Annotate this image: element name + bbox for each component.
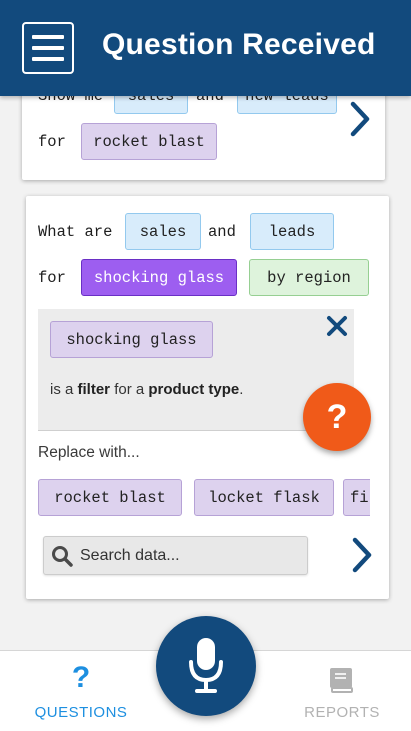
- question-mark-icon: ?: [71, 661, 91, 694]
- replace-option-chip[interactable]: rocket blast: [38, 479, 182, 516]
- question-chip-by-region[interactable]: by region: [249, 259, 369, 296]
- question-chip-rocket-blast[interactable]: rocket blast: [81, 123, 217, 160]
- microphone-icon: [189, 638, 223, 693]
- replace-option-chip[interactable]: fi: [343, 479, 370, 516]
- close-icon[interactable]: [326, 315, 348, 337]
- search-input[interactable]: Search data...: [43, 536, 308, 575]
- question-chip-leads[interactable]: leads: [250, 213, 334, 250]
- page-title: Question Received: [102, 28, 376, 61]
- filter-chip-shocking-glass[interactable]: shocking glass: [50, 321, 213, 358]
- question-chip-shocking-glass-selected[interactable]: shocking glass: [81, 259, 237, 296]
- book-icon: [330, 668, 353, 693]
- replace-options: rocket blast locket flask fi: [38, 479, 370, 519]
- search-icon: [52, 546, 73, 567]
- help-button[interactable]: ?: [303, 383, 371, 451]
- chevron-right-icon[interactable]: [348, 100, 372, 138]
- current-question-card: What are sales and leads for shocking gl…: [26, 196, 389, 599]
- chevron-right-icon[interactable]: [350, 536, 374, 574]
- tab-reports[interactable]: REPORTS: [272, 651, 411, 731]
- replace-label: Replace with...: [38, 444, 140, 461]
- question-word: for: [38, 133, 66, 151]
- question-chip-sales[interactable]: sales: [125, 213, 201, 250]
- filter-description: is a filter for a product type.: [50, 381, 244, 398]
- question-word: and: [208, 223, 236, 241]
- hamburger-menu-icon[interactable]: [22, 22, 74, 74]
- question-word: What are: [38, 223, 113, 241]
- tab-questions[interactable]: ? QUESTIONS: [11, 651, 151, 731]
- search-placeholder: Search data...: [80, 547, 180, 564]
- app-header: Question Received: [0, 0, 411, 96]
- replace-option-chip[interactable]: locket flask: [194, 479, 334, 516]
- microphone-button[interactable]: [156, 616, 256, 716]
- question-word: for: [38, 269, 66, 287]
